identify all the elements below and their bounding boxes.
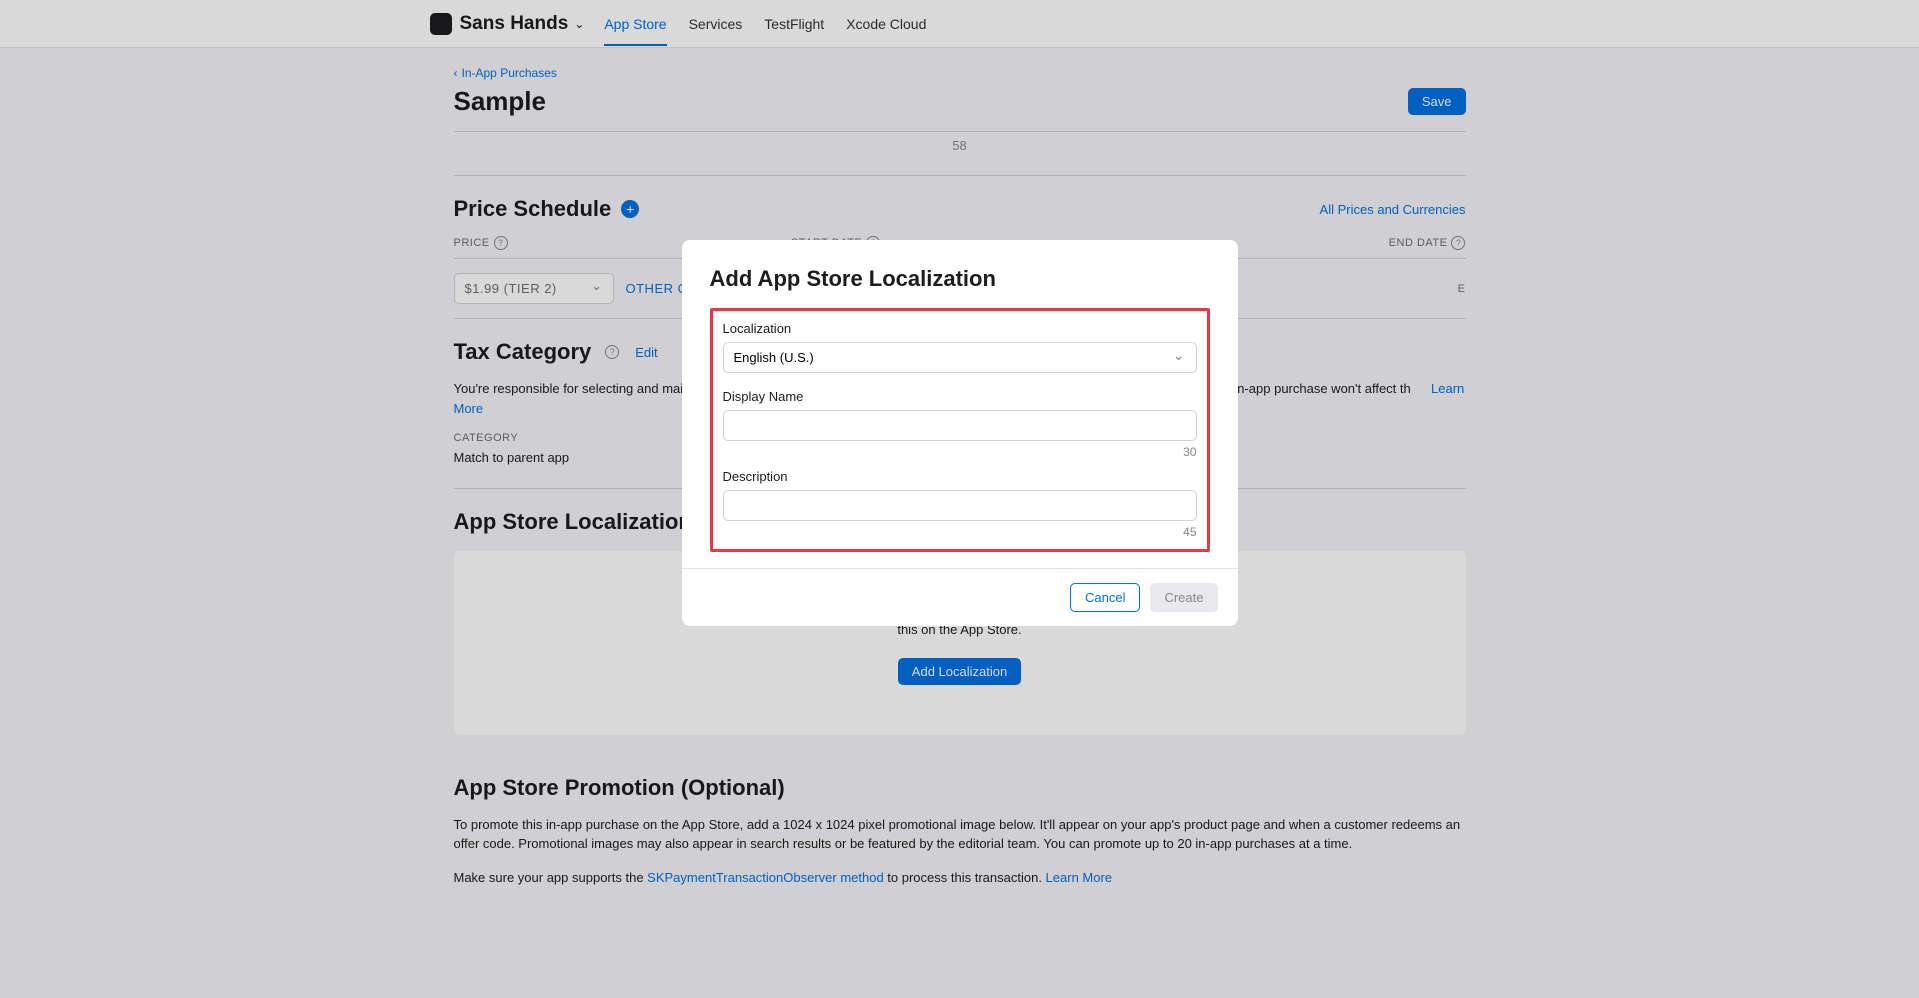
modal-overlay: Add App Store Localization Localization … xyxy=(0,0,1919,998)
description-label: Description xyxy=(723,469,1197,484)
display-name-input[interactable] xyxy=(723,410,1197,441)
description-count: 45 xyxy=(723,525,1197,539)
highlight-box: Localization English (U.S.) Display Name… xyxy=(710,308,1210,552)
localization-select[interactable]: English (U.S.) xyxy=(723,342,1197,373)
add-localization-modal: Add App Store Localization Localization … xyxy=(682,240,1238,626)
modal-title: Add App Store Localization xyxy=(710,266,1210,292)
description-input[interactable] xyxy=(723,490,1197,521)
localization-label: Localization xyxy=(723,321,1197,336)
display-name-count: 30 xyxy=(723,445,1197,459)
display-name-label: Display Name xyxy=(723,389,1197,404)
cancel-button[interactable]: Cancel xyxy=(1070,583,1140,612)
create-button[interactable]: Create xyxy=(1150,583,1217,612)
